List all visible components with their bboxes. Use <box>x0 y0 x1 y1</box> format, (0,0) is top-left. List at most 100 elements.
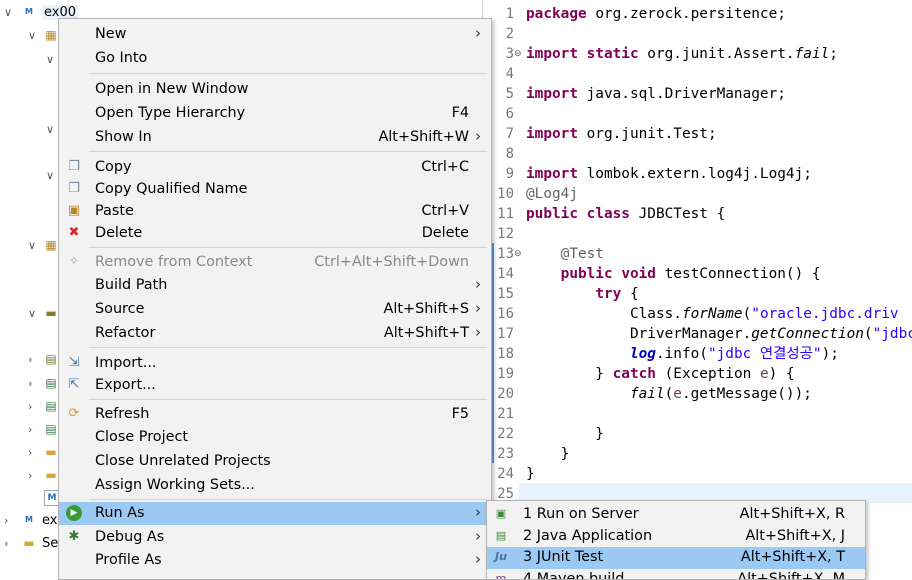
maven-project-icon: M <box>25 515 33 524</box>
run-as-submenu[interactable]: ▣ 1 Run on Server Alt+Shift+X, R ▤ 2 Jav… <box>486 500 866 580</box>
menu-item-shortcut: Alt+Shift+W <box>378 129 469 145</box>
menu-item-copy-qualified-name[interactable]: ❐ Copy Qualified Name <box>59 178 491 201</box>
refresh-icon: ⟳ <box>68 406 80 421</box>
code-editor[interactable]: 1 2 3 4 5 6 7 8 9 10 11 12 13 14 15 16 1… <box>483 0 912 578</box>
submenu-arrow-icon: › <box>475 24 481 42</box>
chevron-right-icon[interactable]: › <box>28 353 32 366</box>
delete-icon: ✖ <box>68 225 80 240</box>
chevron-down-icon[interactable]: ∨ <box>28 239 36 252</box>
chevron-down-icon[interactable]: ∨ <box>46 53 54 66</box>
menu-item-new[interactable]: New › <box>59 23 491 46</box>
code-text[interactable]: package org.zerock.persitence; import st… <box>526 4 912 504</box>
menu-item-label: Close Unrelated Projects <box>95 453 271 469</box>
chevron-down-icon[interactable]: ∨ <box>46 123 54 136</box>
tree-item-servers[interactable]: › ▬ Se <box>0 534 60 554</box>
submenu-arrow-icon: › <box>475 127 481 145</box>
tree-item-library[interactable]: › ▤ <box>0 350 60 370</box>
tree-item-src-main-java[interactable]: ∨ ▦ <box>0 26 60 46</box>
tree-item-library[interactable]: › ▤ <box>0 420 60 440</box>
menu-item-import[interactable]: ⇲ Import... <box>59 352 491 375</box>
tree-item-library[interactable]: › ▤ <box>0 397 60 417</box>
chevron-right-icon[interactable]: › <box>28 400 32 413</box>
menu-item-assign-working-sets[interactable]: Assign Working Sets... <box>59 474 491 497</box>
menu-item-go-into[interactable]: Go Into <box>59 47 491 70</box>
menu-item-label: Import... <box>95 355 157 371</box>
chevron-right-icon[interactable]: › <box>4 537 8 550</box>
folder-icon: ▬ <box>45 445 57 459</box>
menu-separator <box>89 399 487 400</box>
menu-item-shortcut: Alt+Shift+X, T <box>740 549 845 565</box>
menu-item-close-unrelated-projects[interactable]: Close Unrelated Projects <box>59 450 491 473</box>
code-line: import static org.junit.Assert.fail; <box>526 46 838 62</box>
menu-item-export[interactable]: ⇱ Export... <box>59 374 491 397</box>
tree-item-folder[interactable]: › ▬ <box>0 466 60 486</box>
chevron-right-icon[interactable]: › <box>28 469 32 482</box>
menu-item-label: Show In <box>95 129 152 145</box>
submenu-arrow-icon: › <box>475 299 481 317</box>
tree-item-library[interactable]: › ▤ <box>0 374 60 394</box>
menu-item-shortcut: Ctrl+Alt+Shift+Down <box>314 254 469 270</box>
fold-collapse-icon[interactable]: ⊖ <box>514 244 522 264</box>
menu-item-refactor[interactable]: Refactor Alt+Shift+T › <box>59 322 491 345</box>
submenu-item-run-on-server[interactable]: ▣ 1 Run on Server Alt+Shift+X, R <box>487 504 865 526</box>
menu-separator <box>89 347 487 348</box>
context-menu[interactable]: New › Go Into Open in New Window Open Ty… <box>58 18 492 580</box>
code-line: } <box>526 466 535 482</box>
library-icon: ▤ <box>45 376 57 390</box>
tree-item-resources[interactable]: ∨ ▬ <box>0 304 60 324</box>
chevron-right-icon[interactable]: › <box>4 514 8 527</box>
fold-collapse-icon[interactable]: ⊖ <box>514 44 522 64</box>
submenu-item-java-application[interactable]: ▤ 2 Java Application Alt+Shift+X, J <box>487 526 865 548</box>
menu-item-label: Source <box>95 301 145 317</box>
menu-item-close-project[interactable]: Close Project <box>59 426 491 449</box>
menu-item-profile-as[interactable]: Profile As › <box>59 549 491 572</box>
menu-item-label: Profile As <box>95 552 162 568</box>
menu-item-run-as[interactable]: ▶ Run As › <box>59 502 491 525</box>
tree-item-folder[interactable]: › ▬ <box>0 443 60 463</box>
chevron-right-icon[interactable]: › <box>28 377 32 390</box>
menu-item-label: New <box>95 26 127 42</box>
submenu-item-maven-build[interactable]: m 4 Maven build Alt+Shift+X, M <box>487 569 865 579</box>
code-line: try { <box>595 286 639 302</box>
chevron-down-icon[interactable]: ∨ <box>28 29 36 42</box>
menu-item-show-in[interactable]: Show In Alt+Shift+W › <box>59 126 491 149</box>
tree-item-label: ex <box>42 513 58 528</box>
chevron-right-icon[interactable]: › <box>28 423 32 436</box>
code-line: log.info("jdbc 연결성공"); <box>629 346 839 362</box>
menu-item-debug-as[interactable]: ✱ Debug As › <box>59 526 491 549</box>
menu-item-remove-from-context: ✧ Remove from Context Ctrl+Alt+Shift+Dow… <box>59 251 491 274</box>
tree-item[interactable]: ∨ <box>0 120 60 140</box>
tree-item-pom[interactable]: M <box>0 488 60 508</box>
chevron-down-icon[interactable]: ∨ <box>46 169 54 182</box>
run-on-server-icon: ▣ <box>495 507 507 520</box>
chevron-down-icon[interactable]: ∨ <box>4 6 12 19</box>
menu-item-paste[interactable]: ▣ Paste Ctrl+V <box>59 200 491 223</box>
tree-item[interactable]: ∨ <box>0 50 60 70</box>
library-icon: ▤ <box>45 422 57 436</box>
code-line: } catch (Exception e) { <box>526 366 795 382</box>
java-application-icon: ▤ <box>495 529 507 542</box>
tree-item-src-test[interactable]: ∨ ▦ <box>0 236 60 256</box>
menu-item-source[interactable]: Source Alt+Shift+S › <box>59 298 491 321</box>
menu-item-copy[interactable]: ❐ Copy Ctrl+C <box>59 156 491 179</box>
chevron-right-icon[interactable]: › <box>28 446 32 459</box>
submenu-arrow-icon: › <box>475 503 481 521</box>
tree-item-project[interactable]: › M ex <box>0 511 60 531</box>
menu-item-delete[interactable]: ✖ Delete Delete <box>59 222 491 245</box>
menu-item-label: Run As <box>95 505 145 521</box>
chevron-down-icon[interactable]: ∨ <box>28 307 36 320</box>
submenu-arrow-icon: › <box>475 550 481 568</box>
menu-item-refresh[interactable]: ⟳ Refresh F5 <box>59 403 491 426</box>
menu-item-label: Assign Working Sets... <box>95 477 255 493</box>
code-line: @Test <box>526 246 604 262</box>
code-line: package org.zerock.persitence; <box>526 6 786 22</box>
menu-item-open-in-new-window[interactable]: Open in New Window <box>59 78 491 101</box>
tree-item[interactable]: ∨ <box>0 166 60 186</box>
menu-item-build-path[interactable]: Build Path › <box>59 274 491 297</box>
menu-item-open-type-hierarchy[interactable]: Open Type Hierarchy F4 <box>59 102 491 125</box>
menu-item-label: Remove from Context <box>95 254 253 270</box>
submenu-item-junit-test[interactable]: Ju 3 JUnit Test Alt+Shift+X, T <box>487 547 865 569</box>
